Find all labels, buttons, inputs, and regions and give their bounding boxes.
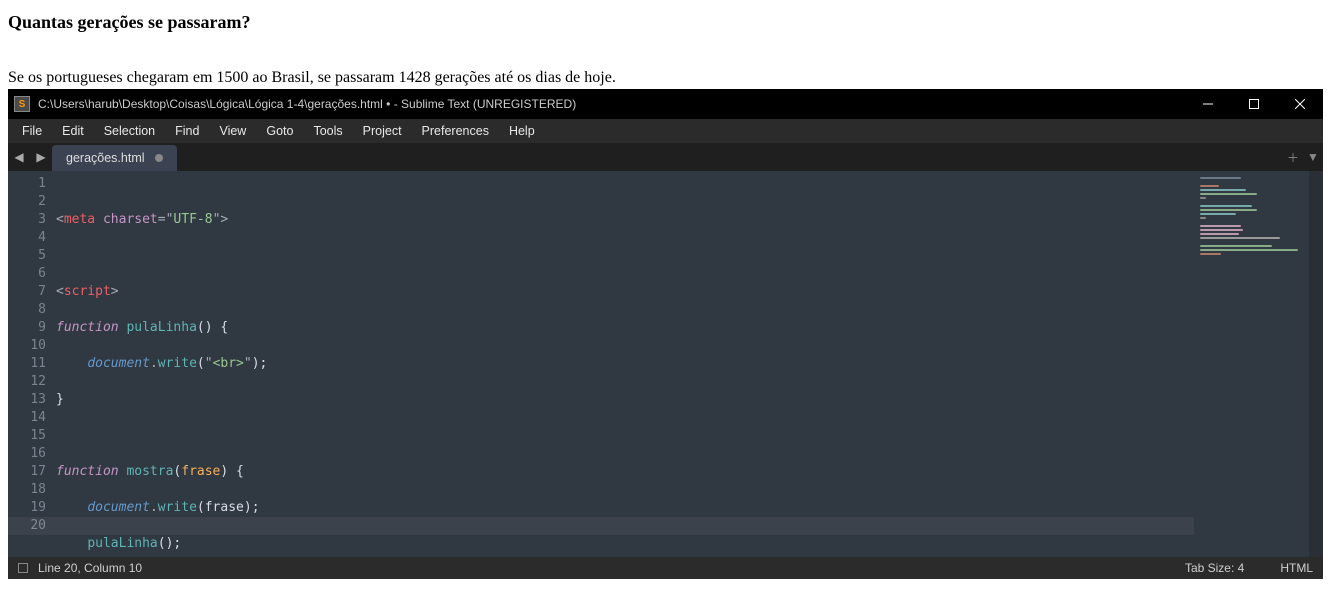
gutter: 1 2 3 4 5 6 7 8 9 10 11 12 13 14 15 16 1… xyxy=(8,171,56,557)
line-number: 6 xyxy=(8,265,46,283)
minimap[interactable] xyxy=(1194,171,1309,557)
line-number: 18 xyxy=(8,481,46,499)
window-title: C:\Users\harub\Desktop\Coisas\Lógica\Lóg… xyxy=(38,97,576,111)
line-number: 15 xyxy=(8,427,46,445)
line-number: 7 xyxy=(8,283,46,301)
tab-label: gerações.html xyxy=(66,151,145,165)
editor-area[interactable]: 1 2 3 4 5 6 7 8 9 10 11 12 13 14 15 16 1… xyxy=(8,171,1323,557)
line-number: 19 xyxy=(8,499,46,517)
page-paragraph: Se os portugueses chegaram em 1500 ao Br… xyxy=(8,69,1323,87)
line-number: 14 xyxy=(8,409,46,427)
menu-edit[interactable]: Edit xyxy=(52,121,94,141)
status-position[interactable]: Line 20, Column 10 xyxy=(38,561,142,575)
menu-help[interactable]: Help xyxy=(499,121,545,141)
sublime-logo-icon: S xyxy=(14,96,30,112)
statusbar: Line 20, Column 10 Tab Size: 4 HTML xyxy=(8,557,1323,579)
menubar: File Edit Selection Find View Goto Tools… xyxy=(8,119,1323,143)
line-number: 10 xyxy=(8,337,46,355)
titlebar[interactable]: S C:\Users\harub\Desktop\Coisas\Lógica\L… xyxy=(8,89,1323,119)
menu-tools[interactable]: Tools xyxy=(303,121,352,141)
line-number: 16 xyxy=(8,445,46,463)
line-number: 1 xyxy=(8,175,46,193)
page-heading: Quantas gerações se passaram? xyxy=(8,12,1323,33)
line-number: 3 xyxy=(8,211,46,229)
new-tab-button[interactable]: ＋ xyxy=(1283,149,1303,166)
close-button[interactable] xyxy=(1277,89,1323,119)
menu-project[interactable]: Project xyxy=(353,121,412,141)
status-panel-icon[interactable] xyxy=(18,563,28,573)
line-number: 4 xyxy=(8,229,46,247)
menu-file[interactable]: File xyxy=(12,121,52,141)
line-number: 17 xyxy=(8,463,46,481)
status-tabsize[interactable]: Tab Size: 4 xyxy=(1185,561,1244,575)
menu-find[interactable]: Find xyxy=(165,121,209,141)
minimize-button[interactable] xyxy=(1185,89,1231,119)
tab-active[interactable]: gerações.html xyxy=(52,145,177,171)
line-number: 20 xyxy=(8,517,46,535)
maximize-button[interactable] xyxy=(1231,89,1277,119)
status-syntax[interactable]: HTML xyxy=(1280,561,1313,575)
line-number: 13 xyxy=(8,391,46,409)
line-number: 9 xyxy=(8,319,46,337)
line-number: 11 xyxy=(8,355,46,373)
tab-nav-prev-icon[interactable]: ◀ xyxy=(8,143,30,171)
tab-nav-next-icon[interactable]: ▶ xyxy=(30,143,52,171)
code-view[interactable]: <meta charset="UTF-8"> <script> function… xyxy=(56,171,1194,557)
tab-dirty-icon xyxy=(155,154,163,162)
vertical-scrollbar[interactable] xyxy=(1309,171,1323,557)
line-number: 5 xyxy=(8,247,46,265)
line-number: 8 xyxy=(8,301,46,319)
line-number: 12 xyxy=(8,373,46,391)
menu-selection[interactable]: Selection xyxy=(94,121,165,141)
line-number: 2 xyxy=(8,193,46,211)
tabbar: ◀ ▶ gerações.html ＋ ▼ xyxy=(8,143,1323,171)
tab-overflow-button[interactable]: ▼ xyxy=(1303,150,1323,164)
sublime-window: S C:\Users\harub\Desktop\Coisas\Lógica\L… xyxy=(8,89,1323,579)
menu-goto[interactable]: Goto xyxy=(256,121,303,141)
menu-preferences[interactable]: Preferences xyxy=(412,121,499,141)
menu-view[interactable]: View xyxy=(209,121,256,141)
